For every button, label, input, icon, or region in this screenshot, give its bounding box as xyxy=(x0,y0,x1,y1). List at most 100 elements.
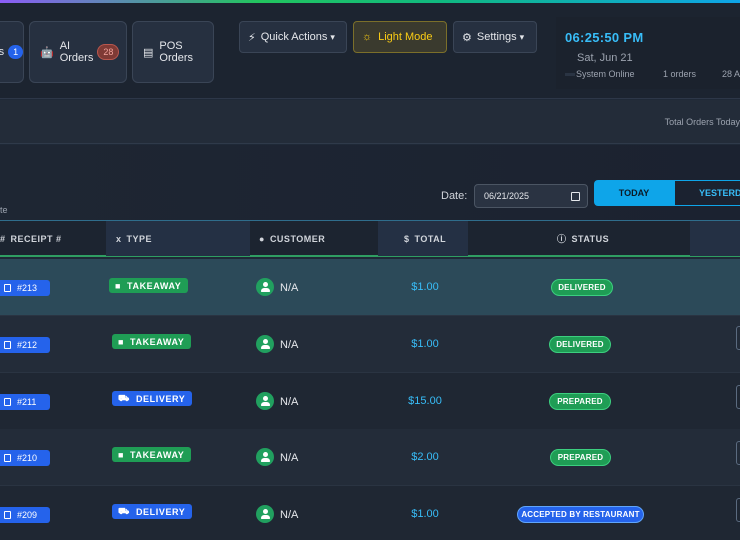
order-type-label: TAKEAWAY xyxy=(127,280,182,291)
table-header: # RECEIPT # x TYPE ● CUSTOMER $ TOTAL ⓘ … xyxy=(0,220,740,257)
today-button[interactable]: TODAY xyxy=(594,180,674,206)
column-customer[interactable]: ● CUSTOMER xyxy=(259,221,325,256)
order-type-badge: ■ TAKEAWAY xyxy=(112,334,192,349)
status-dot-icon xyxy=(565,73,575,77)
customer-name: N/A xyxy=(280,396,299,408)
customer-avatar-icon xyxy=(256,505,274,523)
receipt-number: #213 xyxy=(17,283,38,293)
gear-icon: ⚙ xyxy=(462,31,472,44)
tab-ai-orders[interactable]: 🤖 AI Orders 28 xyxy=(29,21,127,83)
filter-note: te xyxy=(0,205,8,215)
column-receipt[interactable]: # RECEIPT # xyxy=(0,221,62,256)
customer-name: N/A xyxy=(280,282,299,294)
customer-avatar-icon xyxy=(256,448,274,466)
date-input[interactable]: 06/21/2025 xyxy=(474,184,588,208)
receipt-badge[interactable]: #211 xyxy=(0,394,50,410)
sun-icon: ☼ xyxy=(362,31,373,43)
ai-count: 28 A xyxy=(722,69,740,79)
action-button[interactable] xyxy=(736,441,740,465)
receipt-badge[interactable]: #213 xyxy=(0,280,50,296)
tab-ai-orders-badge: 28 xyxy=(97,44,120,60)
top-bar: rs 1 🤖 AI Orders 28 ▤ POS Orders ⚡ Quick… xyxy=(0,3,740,99)
order-type-label: TAKEAWAY xyxy=(130,449,185,460)
hash-icon: # xyxy=(0,233,6,244)
receipt-icon xyxy=(4,341,11,349)
receipt-badge[interactable]: #210 xyxy=(0,450,50,466)
customer-avatar-icon xyxy=(256,335,274,353)
table-row[interactable]: #213 ■ TAKEAWAY N/A $1.00 DELIVERED xyxy=(0,259,740,316)
receipt-icon xyxy=(4,511,11,519)
receipt-badge[interactable]: #212 xyxy=(0,337,50,353)
table-row[interactable]: #209 ⛟ DELIVERY N/A $1.00 ACCEPTED BY RESTAUR… xyxy=(0,486,740,540)
customer-name: N/A xyxy=(280,452,299,464)
bag-icon: ■ xyxy=(118,336,125,347)
tab-orders-label: rs xyxy=(0,46,5,58)
orders-count: 1 orders xyxy=(663,69,697,79)
order-total: $2.00 xyxy=(411,451,439,463)
calendar-icon[interactable] xyxy=(571,192,580,201)
tab-pos-orders[interactable]: ▤ POS Orders xyxy=(132,21,214,83)
date-value: 06/21/2025 xyxy=(484,191,530,201)
yesterday-button[interactable]: YESTERDA xyxy=(674,180,740,206)
action-button[interactable] xyxy=(736,498,740,522)
bag-icon: ■ xyxy=(115,280,122,291)
table-row[interactable]: #212 ■ TAKEAWAY N/A $1.00 DELIVERED xyxy=(0,316,740,373)
status-badge: DELIVERED xyxy=(549,336,611,353)
truck-icon: ⛟ xyxy=(118,505,130,516)
chevron-down-icon: ▾ xyxy=(519,31,525,42)
status-badge: PREPARED xyxy=(550,449,611,466)
header-bg-actions xyxy=(690,221,740,256)
order-type-badge: ■ TAKEAWAY xyxy=(109,278,189,293)
column-status[interactable]: ⓘ STATUS xyxy=(557,221,609,256)
receipt-icon xyxy=(4,284,11,292)
settings-button[interactable]: ⚙ Settings ▾ xyxy=(453,21,537,53)
order-total: $1.00 xyxy=(411,281,439,293)
order-type-label: TAKEAWAY xyxy=(130,336,185,347)
order-type-badge: ■ TAKEAWAY xyxy=(112,447,192,462)
order-total: $1.00 xyxy=(411,508,439,520)
dollar-icon: $ xyxy=(404,233,410,244)
table-row[interactable]: #210 ■ TAKEAWAY N/A $2.00 PREPARED xyxy=(0,429,740,486)
bag-icon: ■ xyxy=(118,449,125,460)
filter-bar: te Date: 06/21/2025 TODAY YESTERDA xyxy=(0,145,740,220)
chevron-down-icon: ▾ xyxy=(330,31,335,42)
system-status-text: System Online xyxy=(576,69,635,79)
order-type-badge: ⛟ DELIVERY xyxy=(112,504,193,519)
receipt-number: #212 xyxy=(17,340,38,350)
clock-date: Sat, Jun 21 xyxy=(577,52,633,64)
settings-label: Settings xyxy=(476,31,517,43)
column-receipt-label: RECEIPT # xyxy=(10,233,62,244)
clock-panel: 06:25:50 PM Sat, Jun 21 System Online 1 … xyxy=(556,17,740,89)
table-row[interactable]: #211 ⛟ DELIVERY N/A $15.00 PREPARED xyxy=(0,373,740,430)
light-mode-button[interactable]: ☼ Light Mode xyxy=(353,21,447,53)
customer-avatar-icon xyxy=(256,392,274,410)
stats-bar: Total Orders Today xyxy=(0,100,740,144)
tab-orders[interactable]: rs 1 xyxy=(0,21,24,83)
light-mode-label: Light Mode xyxy=(378,31,433,43)
receipt-number: #210 xyxy=(17,453,38,463)
order-type-label: DELIVERY xyxy=(135,393,186,404)
truck-icon: ⛟ xyxy=(118,392,130,403)
tab-ai-orders-label: AI Orders xyxy=(59,40,94,64)
robot-icon: 🤖 xyxy=(40,46,54,59)
column-total[interactable]: $ TOTAL xyxy=(404,221,446,256)
utensils-icon: x xyxy=(116,233,122,244)
column-customer-label: CUSTOMER xyxy=(269,233,326,244)
status-badge: PREPARED xyxy=(549,393,611,410)
action-button[interactable] xyxy=(736,326,740,350)
receipt-number: #209 xyxy=(17,510,38,520)
order-type-label: DELIVERY xyxy=(135,506,186,517)
action-button[interactable] xyxy=(736,385,740,409)
column-type[interactable]: x TYPE xyxy=(116,221,152,256)
order-total: $1.00 xyxy=(411,338,439,350)
total-orders-today-label: Total Orders Today xyxy=(664,117,740,127)
status-badge: ACCEPTED BY RESTAURANT xyxy=(517,506,644,523)
tab-orders-badge: 1 xyxy=(8,45,24,59)
order-total: $15.00 xyxy=(408,395,442,407)
quick-actions-label: Quick Actions xyxy=(260,31,328,43)
receipt-icon xyxy=(4,454,11,462)
receipt-badge[interactable]: #209 xyxy=(0,507,50,523)
bolt-icon: ⚡ xyxy=(248,31,256,44)
quick-actions-button[interactable]: ⚡ Quick Actions ▾ xyxy=(239,21,347,53)
receipt-icon xyxy=(4,398,11,406)
